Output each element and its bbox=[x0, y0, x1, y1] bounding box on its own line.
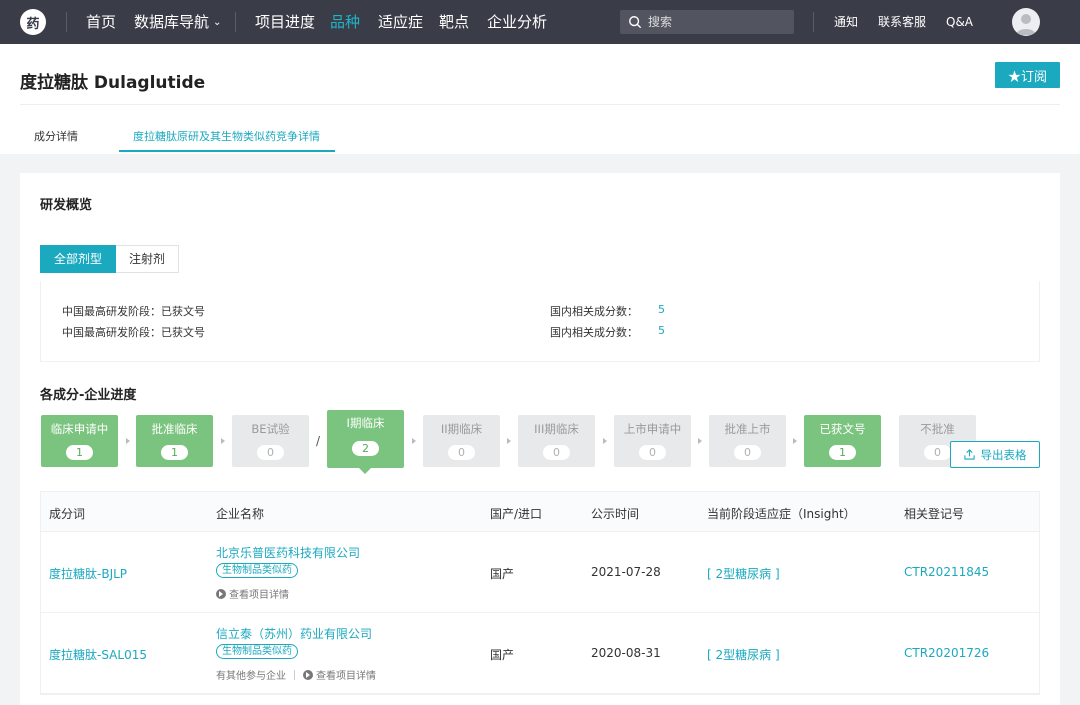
avatar[interactable] bbox=[1012, 8, 1040, 36]
overview-info-box: 中国最高研发阶段：已获文号 国内相关成分数： 5 中国最高研发阶段：已获文号 国… bbox=[40, 281, 1040, 362]
arrow-right-icon bbox=[603, 438, 607, 444]
stage-clinical-approved[interactable]: 批准临床 1 bbox=[136, 415, 213, 467]
stage-approval-number[interactable]: 已获文号 1 bbox=[804, 415, 881, 467]
view-project-details-link[interactable]: 查看项目详情 bbox=[216, 586, 289, 601]
search-box[interactable] bbox=[620, 10, 794, 34]
domestic-count-row: 国内相关成分数： 5 bbox=[550, 303, 665, 318]
nav-item-targets[interactable]: 靶点 bbox=[439, 12, 469, 32]
separator-slash: / bbox=[316, 434, 321, 448]
chevron-down-icon: ⌄ bbox=[213, 17, 222, 28]
tab-competition-details[interactable]: 度拉糖肽原研及其生物类似药竞争详情 bbox=[133, 128, 320, 144]
date-cell: 2020-08-31 bbox=[591, 646, 661, 660]
ingredient-link[interactable]: 度拉糖肽-BJLP bbox=[49, 565, 127, 582]
origin-cell: 国产 bbox=[490, 648, 515, 662]
row-actions: 有其他参与企业 查看项目详情 bbox=[216, 667, 376, 682]
highest-stage-row: 中国最高研发阶段：已获文号 bbox=[62, 305, 205, 318]
divider bbox=[20, 104, 1060, 105]
app-logo[interactable]: 药 bbox=[20, 9, 46, 35]
contact-support-link[interactable]: 联系客服 bbox=[878, 14, 926, 30]
column-header: 企业名称 bbox=[216, 507, 265, 521]
arrow-right-icon bbox=[126, 438, 130, 444]
search-icon bbox=[629, 16, 642, 29]
highest-stage-row: 中国最高研发阶段：已获文号 bbox=[62, 326, 205, 339]
nav-divider bbox=[235, 12, 236, 32]
view-project-details-link[interactable]: 查看项目详情 bbox=[316, 667, 376, 682]
table-row: 度拉糖肽-SAL015 信立泰（苏州）药业有限公司 生物制品类似药 有其他参与企… bbox=[41, 613, 1039, 694]
nav-item-indications[interactable]: 适应症 bbox=[378, 12, 423, 32]
arrow-right-icon bbox=[221, 438, 225, 444]
stage-phase-2[interactable]: II期临床 0 bbox=[423, 415, 500, 467]
stage-clinical-application[interactable]: 临床申请中 1 bbox=[41, 415, 118, 467]
company-progress-table: 成分词 企业名称 国产/进口 公示时间 当前阶段适应症（Insight） 相关登… bbox=[40, 491, 1040, 695]
page-header: 度拉糖肽 Dulaglutide ★订阅 成分详情 度拉糖肽原研及其生物类似药竞… bbox=[0, 44, 1080, 154]
arrow-right-icon bbox=[793, 438, 797, 444]
subscribe-button[interactable]: ★订阅 bbox=[995, 62, 1060, 88]
registration-number-link[interactable]: CTR20201726 bbox=[904, 646, 989, 660]
arrow-circle-icon bbox=[216, 588, 226, 599]
column-header: 相关登记号 bbox=[904, 507, 965, 521]
active-tab-indicator bbox=[119, 150, 335, 152]
company-link[interactable]: 北京乐普医药科技有限公司 bbox=[216, 544, 360, 561]
date-cell: 2021-07-28 bbox=[591, 565, 661, 579]
registration-number-link[interactable]: CTR20211845 bbox=[904, 565, 989, 579]
domestic-count-row: 国内相关成分数： 5 bbox=[550, 324, 665, 339]
arrow-right-icon bbox=[412, 438, 416, 444]
nav-divider bbox=[66, 12, 67, 32]
arrow-circle-icon bbox=[303, 669, 313, 680]
arrow-right-icon bbox=[698, 438, 702, 444]
export-table-button[interactable]: 导出表格 bbox=[950, 441, 1040, 468]
table-row: 度拉糖肽-BJLP 北京乐普医药科技有限公司 生物制品类似药 查看项目详情 国产… bbox=[41, 532, 1039, 613]
dosage-form-switch: 全部剂型 注射剂 bbox=[40, 245, 180, 273]
qa-link[interactable]: Q&A bbox=[946, 14, 973, 30]
section-title-progress: 各成分-企业进度 bbox=[40, 388, 137, 403]
selected-indicator bbox=[359, 468, 371, 474]
stage-phase-1[interactable]: I期临床 2 bbox=[327, 410, 404, 468]
column-header: 成分词 bbox=[49, 507, 86, 521]
stage-marketing-application[interactable]: 上市申请中 0 bbox=[614, 415, 691, 467]
ingredient-link[interactable]: 度拉糖肽-SAL015 bbox=[49, 646, 147, 663]
page-title: 度拉糖肽 Dulaglutide bbox=[20, 73, 206, 93]
segment-injection[interactable]: 注射剂 bbox=[116, 245, 180, 273]
stage-phase-3[interactable]: III期临床 0 bbox=[518, 415, 595, 467]
nav-item-company-analysis[interactable]: 企业分析 bbox=[487, 12, 547, 32]
column-header: 国产/进口 bbox=[490, 507, 543, 521]
tab-ingredient-details[interactable]: 成分详情 bbox=[34, 128, 78, 144]
origin-cell: 国产 bbox=[490, 567, 515, 581]
stage-marketing-approved[interactable]: 批准上市 0 bbox=[709, 415, 786, 467]
indication-link[interactable]: [ 2型糖尿病 ] bbox=[707, 646, 780, 663]
category-tag: 生物制品类似药 bbox=[216, 563, 298, 578]
category-tag: 生物制品类似药 bbox=[216, 644, 298, 659]
top-navbar: 药 首页 数据库导航⌄ 项目进度 品种 适应症 靶点 企业分析 通知 联系客服 … bbox=[0, 0, 1080, 44]
column-header: 当前阶段适应症（Insight） bbox=[707, 507, 856, 521]
company-link[interactable]: 信立泰（苏州）药业有限公司 bbox=[216, 625, 372, 642]
stage-be-trial[interactable]: BE试验 0 bbox=[232, 415, 309, 467]
nav-item-home[interactable]: 首页 bbox=[86, 12, 116, 32]
upload-icon bbox=[963, 449, 975, 460]
nav-divider bbox=[813, 12, 814, 32]
other-participants-link[interactable]: 有其他参与企业 bbox=[216, 667, 286, 682]
section-title-overview: 研发概览 bbox=[40, 198, 93, 213]
notifications-link[interactable]: 通知 bbox=[834, 14, 858, 30]
main-card: 研发概览 全部剂型 注射剂 中国最高研发阶段：已获文号 国内相关成分数： 5 中… bbox=[20, 173, 1060, 705]
column-header: 公示时间 bbox=[591, 507, 640, 521]
divider bbox=[294, 669, 295, 680]
nav-item-projects[interactable]: 项目进度 bbox=[255, 12, 315, 32]
arrow-right-icon bbox=[507, 438, 511, 444]
user-icon bbox=[1016, 14, 1036, 35]
table-header: 成分词 企业名称 国产/进口 公示时间 当前阶段适应症（Insight） 相关登… bbox=[41, 492, 1039, 532]
search-input[interactable] bbox=[648, 15, 778, 29]
nav-item-database[interactable]: 数据库导航 ⌄ bbox=[134, 12, 221, 33]
segment-all-forms[interactable]: 全部剂型 bbox=[40, 245, 117, 273]
indication-link[interactable]: [ 2型糖尿病 ] bbox=[707, 565, 780, 582]
nav-item-varieties[interactable]: 品种 bbox=[330, 12, 360, 32]
